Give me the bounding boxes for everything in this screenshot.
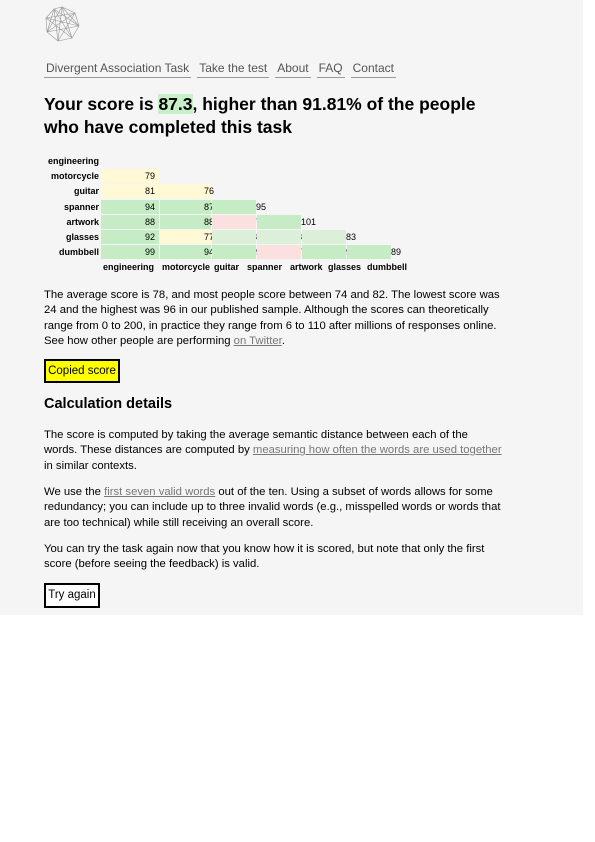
- matrix-column-label: engineering: [103, 262, 155, 272]
- details-paragraph-1: The score is computed by taking the aver…: [44, 428, 504, 474]
- matrix-cell: 83: [302, 230, 356, 245]
- matrix-column-label: glasses: [328, 262, 362, 272]
- details-paragraph-2: We use the first seven valid words out o…: [44, 485, 504, 531]
- matrix-row: motorcycle 79: [44, 168, 392, 183]
- matrix-cell: 85: [257, 230, 311, 245]
- matrix-cell: 88: [160, 214, 214, 229]
- matrix-cell: 95: [212, 245, 266, 260]
- matrix-row: dumbbell999495749889: [44, 245, 401, 260]
- details-paragraph-3: You can try the task again now that you …: [44, 543, 485, 571]
- matrix-cell: 89: [347, 245, 401, 260]
- matrix-column-label: artwork: [290, 262, 323, 272]
- matrix-row-label: dumbbell: [59, 247, 99, 258]
- score-value: 87.3: [158, 94, 193, 114]
- page-panel: Divergent Association Task Take the test A…: [0, 0, 583, 615]
- measuring-link[interactable]: measuring how often the words are used t…: [253, 444, 502, 456]
- nav-contact[interactable]: Contact: [350, 61, 396, 78]
- matrix-cell: 101: [257, 214, 316, 229]
- matrix-cell: 85: [212, 230, 266, 245]
- summary-end: .: [281, 334, 285, 347]
- matrix-cell: 94: [160, 245, 214, 260]
- matrix-cell: 99: [101, 245, 159, 260]
- matrix-row: glasses9277858583: [44, 229, 392, 245]
- matrix-column-label: motorcycle: [162, 262, 211, 272]
- try-again-button[interactable]: Try again: [44, 583, 100, 608]
- matrix-cell: 92: [101, 230, 159, 245]
- matrix-column-label: dumbbell: [367, 262, 407, 272]
- matrix-row: spanner 94 87 95: [44, 199, 392, 214]
- details-p2-text: We use the: [44, 486, 105, 498]
- details-heading: Calculation details: [44, 396, 173, 412]
- distance-matrix: engineering motorcycle 79 guitar 81 76 spanner…: [44, 153, 401, 260]
- matrix-cell: 81: [101, 184, 159, 199]
- matrix-row-label: glasses: [65, 232, 99, 243]
- matrix-row-label: artwork: [66, 216, 99, 227]
- copy-score-button[interactable]: Copied score: [44, 359, 120, 383]
- matrix-column-label: guitar: [214, 262, 240, 272]
- matrix-row: artwork888874101: [44, 214, 392, 229]
- headline-prefix: Your score is: [44, 94, 159, 114]
- matrix-column-label: spanner: [247, 262, 283, 272]
- matrix-cell: 95: [212, 199, 266, 214]
- matrix-cell: 79: [101, 168, 159, 183]
- nav-faq[interactable]: FAQ: [316, 61, 345, 78]
- matrix-cell: 87: [160, 199, 214, 214]
- matrix-cell: 94: [101, 199, 159, 214]
- matrix-row: guitar 81 76: [44, 184, 392, 199]
- matrix-row-label: spanner: [63, 201, 99, 212]
- summary-paragraph: The average score is 78, and most people…: [44, 288, 504, 349]
- logo-icon[interactable]: [44, 6, 80, 42]
- first-seven-link[interactable]: first seven valid words: [104, 486, 215, 498]
- matrix-cell: 76: [160, 184, 214, 199]
- matrix-cell: 74: [257, 245, 311, 260]
- matrix-cell: 77: [160, 230, 214, 245]
- top-nav: Divergent Association Task Take the test A…: [44, 59, 402, 78]
- score-headline: Your score is 87.3, higher than 91.81% o…: [44, 93, 514, 139]
- nav-home[interactable]: Divergent Association Task: [44, 61, 192, 78]
- matrix-cell: 74: [212, 214, 266, 229]
- matrix-row: engineering: [44, 153, 392, 168]
- matrix-row-label: guitar: [73, 186, 99, 197]
- nav-take-test[interactable]: Take the test: [197, 61, 270, 78]
- matrix-row-label: engineering: [47, 155, 99, 166]
- twitter-link[interactable]: on Twitter: [234, 335, 282, 347]
- nav-about[interactable]: About: [275, 61, 311, 78]
- matrix-cell: 98: [302, 245, 356, 260]
- matrix-cell: 88: [101, 214, 159, 229]
- matrix-row-label: motorcycle: [50, 170, 99, 181]
- details-p1-end: in similar contexts.: [44, 459, 137, 472]
